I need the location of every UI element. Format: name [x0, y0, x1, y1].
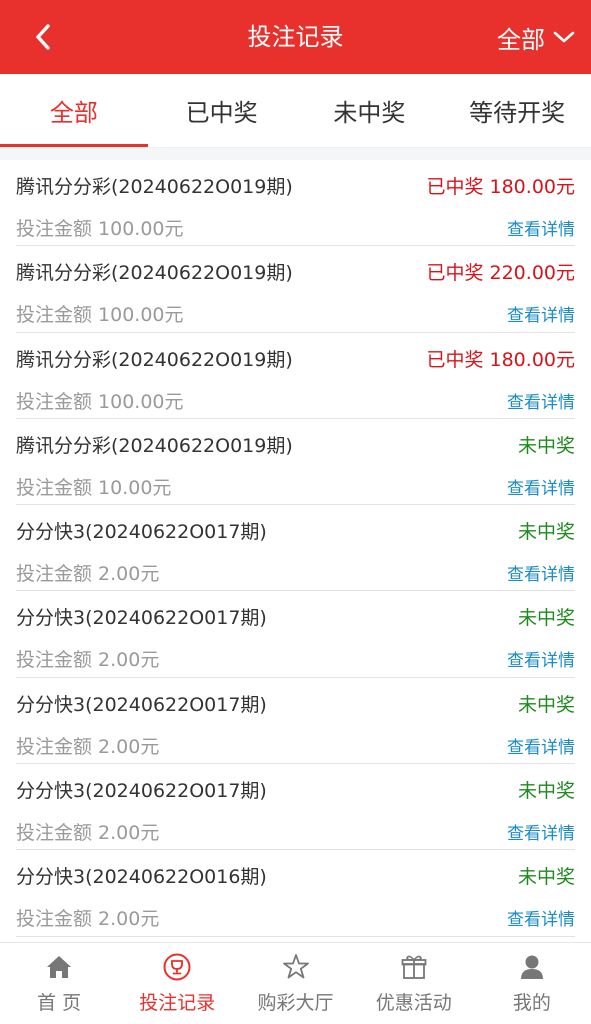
view-detail-link[interactable]: 查看详情 [507, 215, 575, 240]
bet-record-row: 分分快3(20240622O016期) 未中奖 投注金额 2.00元 查看详情 [16, 850, 575, 937]
tab-label: 等待开奖 [469, 99, 566, 127]
tab-label: 未中奖 [333, 99, 406, 127]
bet-result: 未中奖 [517, 866, 575, 889]
trophy-icon [162, 952, 192, 982]
bet-record-row: 腾讯分分彩(20240622O019期) 已中奖 180.00元 投注金额 10… [16, 160, 575, 247]
nav-promotions[interactable]: 优惠活动 [355, 943, 473, 1024]
bet-result: 未中奖 [517, 607, 575, 630]
bet-lottery-name: 腾讯分分彩(20240622O019期) [16, 348, 293, 371]
bet-amount: 投注金额 2.00元 [16, 908, 160, 931]
view-detail-link[interactable]: 查看详情 [507, 646, 575, 671]
bet-amount: 投注金额 100.00元 [16, 218, 184, 240]
bottom-nav: 首 页 投注记录 购彩大厅 优惠活动 我的 [0, 942, 591, 1024]
bet-result: 已中奖 220.00元 [426, 262, 575, 285]
tab-label: 已中奖 [185, 99, 258, 127]
bet-result: 未中奖 [517, 780, 575, 803]
bet-record-row: 腾讯分分彩(20240622O019期) 已中奖 220.00元 投注金额 10… [16, 246, 575, 333]
tab-won[interactable]: 已中奖 [148, 74, 296, 147]
star-icon [281, 952, 311, 982]
bet-record-row: 分分快3(20240622O017期) 未中奖 投注金额 2.00元 查看详情 [16, 764, 575, 851]
bet-record-row: 分分快3(20240622O017期) 未中奖 投注金额 2.00元 查看详情 [16, 678, 575, 765]
bet-lottery-name: 分分快3(20240622O017期) [16, 780, 267, 803]
bet-amount: 投注金额 100.00元 [16, 304, 184, 327]
bet-record-row: 腾讯分分彩(20240622O019期) 未中奖 投注金额 10.00元 查看详… [16, 419, 575, 506]
nav-label: 首 页 [37, 992, 82, 1014]
nav-label: 优惠活动 [375, 992, 452, 1014]
nav-lottery-hall[interactable]: 购彩大厅 [236, 943, 354, 1024]
bet-record-row: 腾讯分分彩(20240622O019期) 已中奖 180.00元 投注金额 10… [16, 333, 575, 419]
bet-lottery-name: 腾讯分分彩(20240622O019期) [16, 434, 293, 457]
bet-result: 已中奖 180.00元 [426, 176, 575, 198]
gift-icon [399, 952, 429, 982]
user-icon [517, 952, 547, 982]
home-icon [44, 952, 74, 982]
filter-tabs: 全部 已中奖 未中奖 等待开奖 [0, 74, 591, 148]
tab-all[interactable]: 全部 [0, 74, 148, 147]
tab-label: 全部 [49, 99, 98, 127]
chevron-down-icon [553, 31, 575, 43]
bet-record-list: 腾讯分分彩(20240622O019期) 已中奖 180.00元 投注金额 10… [16, 160, 575, 937]
bet-lottery-name: 分分快3(20240622O017期) [16, 693, 267, 716]
bet-result: 未中奖 [517, 434, 575, 457]
view-detail-link[interactable]: 查看详情 [507, 474, 575, 499]
view-detail-link[interactable]: 查看详情 [507, 388, 575, 413]
bet-amount: 投注金额 2.00元 [16, 735, 160, 758]
bet-record-row: 分分快3(20240622O017期) 未中奖 投注金额 2.00元 查看详情 [16, 591, 575, 678]
app-header: 投注记录 全部 [0, 0, 591, 74]
nav-label: 购彩大厅 [257, 992, 334, 1014]
tab-pending[interactable]: 等待开奖 [443, 74, 591, 147]
tab-lost[interactable]: 未中奖 [296, 74, 444, 147]
nav-label: 投注记录 [139, 992, 216, 1014]
bet-amount: 投注金额 2.00元 [16, 563, 160, 586]
bet-record-row: 分分快3(20240622O017期) 未中奖 投注金额 2.00元 查看详情 [16, 505, 575, 592]
bet-amount: 投注金额 100.00元 [16, 390, 184, 413]
view-detail-link[interactable]: 查看详情 [507, 733, 575, 758]
bet-amount: 投注金额 2.00元 [16, 822, 160, 845]
bet-lottery-name: 分分快3(20240622O017期) [16, 521, 267, 544]
bet-amount: 投注金额 10.00元 [16, 476, 172, 499]
filter-label: 全部 [497, 25, 545, 54]
nav-bet-records[interactable]: 投注记录 [118, 943, 236, 1024]
bet-result: 未中奖 [517, 521, 575, 544]
nav-profile[interactable]: 我的 [473, 943, 591, 1024]
bet-lottery-name: 腾讯分分彩(20240622O019期) [16, 262, 293, 285]
view-detail-link[interactable]: 查看详情 [507, 301, 575, 326]
view-detail-link[interactable]: 查看详情 [507, 905, 575, 930]
bet-lottery-name: 腾讯分分彩(20240622O019期) [16, 176, 293, 198]
bet-lottery-name: 分分快3(20240622O017期) [16, 607, 267, 630]
view-detail-link[interactable]: 查看详情 [507, 819, 575, 844]
section-divider [0, 148, 591, 160]
filter-dropdown[interactable]: 全部 [497, 20, 575, 54]
bet-result: 已中奖 180.00元 [426, 348, 575, 371]
bet-amount: 投注金额 2.00元 [16, 649, 160, 672]
nav-home[interactable]: 首 页 [0, 943, 118, 1024]
bet-result: 未中奖 [517, 693, 575, 716]
view-detail-link[interactable]: 查看详情 [507, 560, 575, 585]
bet-lottery-name: 分分快3(20240622O016期) [16, 866, 267, 889]
nav-label: 我的 [512, 992, 551, 1014]
